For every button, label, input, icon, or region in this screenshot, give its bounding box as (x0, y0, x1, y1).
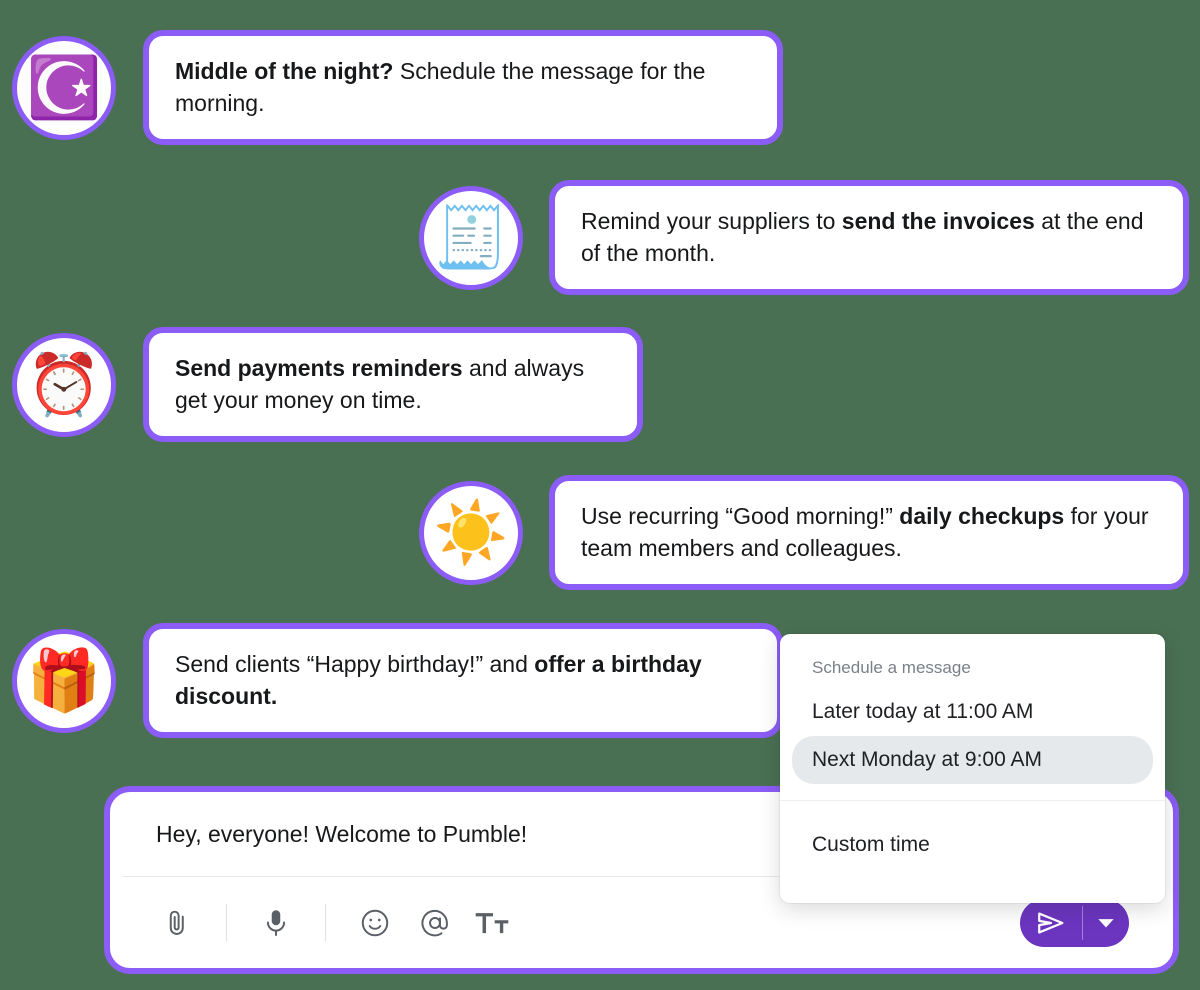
alarm-clock-emoji: ⏰ (26, 351, 102, 418)
message-bubble-1-bold: Middle of the night? (175, 58, 394, 84)
schedule-option-later-today[interactable]: Later today at 11:00 AM (792, 688, 1153, 736)
text-formatting-icon[interactable] (472, 900, 512, 946)
voice-message-icon[interactable] (253, 900, 299, 946)
schedule-menu-title: Schedule a message (812, 658, 971, 677)
message-bubble-3: Send payments reminders and always get y… (143, 327, 643, 443)
send-button-group: Send Send options (1020, 898, 1129, 947)
attach-file-icon[interactable] (154, 900, 200, 946)
message-avatar-2: 🧾 (419, 186, 523, 290)
schedule-menu-options: Later today at 11:00 AM Next Monday at 9… (780, 688, 1165, 800)
message-bubble-5-part1: Send clients “Happy birthday!” and (175, 651, 535, 677)
mention-icon[interactable] (412, 900, 458, 946)
message-bubble-4-bold: daily checkups (899, 503, 1065, 529)
message-bubble-2-bold: send the invoices (841, 208, 1035, 234)
message-bubble-2: Remind your suppliers to send the invoic… (549, 180, 1189, 296)
message-avatar-4: ☀️ (419, 481, 523, 585)
emoji-picker-icon[interactable] (352, 900, 398, 946)
message-bubble-4-part1: Use recurring “Good morning!” (581, 503, 900, 529)
schedule-option-next-monday[interactable]: Next Monday at 9:00 AM (792, 736, 1153, 784)
sun-emoji: ☀️ (433, 499, 509, 566)
star-and-crescent-emoji: ☪️ (26, 54, 102, 121)
message-bubble-2-part2: your suppliers to (660, 208, 842, 234)
message-avatar-1: ☪️ (12, 36, 116, 140)
send-options-button[interactable]: Send options (1083, 899, 1129, 947)
gift-emoji: 🎁 (26, 647, 102, 714)
message-bubble-2-part1: Remind (581, 208, 661, 234)
schedule-menu-footer: Custom time (780, 801, 1165, 903)
schedule-message-menu: Schedule a message Later today at 11:00 … (780, 634, 1165, 903)
receipt-bill-emoji: 🧾 (433, 204, 509, 271)
pumble-schedule-message-illustration: ☪️ Middle of the night? Schedule the mes… (0, 0, 1200, 990)
toolbar-separator-1 (226, 903, 227, 942)
message-avatar-3: ⏰ (12, 333, 116, 437)
message-bubble-1: Middle of the night? Schedule the messag… (143, 30, 783, 146)
toolbar-separator-2 (325, 903, 326, 942)
message-avatar-5: 🎁 (12, 629, 116, 733)
message-bubble-3-bold: Send payments reminders (175, 355, 463, 381)
message-bubble-4: Use recurring “Good morning!” daily chec… (549, 475, 1189, 591)
schedule-option-custom-time[interactable]: Custom time (792, 821, 1153, 869)
message-bubble-5: Send clients “Happy birthday!” and offer… (143, 623, 783, 739)
send-button[interactable]: Send (1020, 899, 1082, 947)
